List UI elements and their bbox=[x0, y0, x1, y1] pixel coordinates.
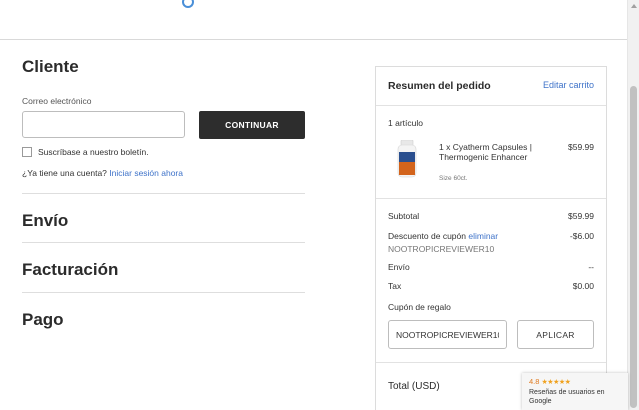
badge-rating: 4.8 ★★★★★ bbox=[529, 377, 571, 386]
apply-button[interactable]: APLICAR bbox=[517, 320, 594, 349]
product-name: 1 x Cyatherm Capsules | Thermogenic Enha… bbox=[439, 142, 532, 162]
subtotal-label: Subtotal bbox=[388, 211, 420, 221]
logo-icon bbox=[182, 0, 194, 8]
newsletter-checkbox[interactable] bbox=[22, 147, 32, 157]
account-prompt: ¿Ya tiene una cuenta? Iniciar sesión aho… bbox=[22, 168, 183, 178]
total-label: Total (USD) bbox=[388, 381, 440, 392]
item-count: 1 artículo bbox=[388, 118, 423, 128]
coupon-label: Descuento de cupón bbox=[388, 231, 466, 241]
shipping-heading[interactable]: Envío bbox=[22, 211, 68, 231]
rating-value: 4.8 bbox=[529, 377, 540, 386]
top-header bbox=[0, 0, 627, 40]
badge-text: Reseñas de usuarios en Google bbox=[529, 389, 605, 405]
section-divider bbox=[22, 242, 305, 243]
supplement-bottle-icon bbox=[397, 140, 417, 178]
tax-value: $0.00 bbox=[572, 281, 594, 291]
google-reviews-badge[interactable]: 4.8 ★★★★★ Reseñas de usuarios en Google bbox=[522, 373, 628, 410]
summary-divider bbox=[376, 362, 606, 363]
star-icon: ★★★★★ bbox=[541, 379, 571, 386]
scrollbar-thumb[interactable] bbox=[630, 86, 637, 408]
gift-coupon-label: Cupón de regalo bbox=[388, 302, 451, 312]
coupon-remove-link[interactable]: eliminar bbox=[468, 231, 498, 241]
scroll-up-icon[interactable] bbox=[631, 4, 637, 8]
payment-heading[interactable]: Pago bbox=[22, 310, 64, 330]
summary-title: Resumen del pedido bbox=[388, 80, 491, 92]
coupon-code: NOOTROPICREVIEWER10 bbox=[388, 244, 495, 254]
shipping-value: -- bbox=[588, 262, 594, 272]
billing-heading[interactable]: Facturación bbox=[22, 260, 118, 280]
login-link[interactable]: Iniciar sesión ahora bbox=[109, 168, 183, 178]
account-question: ¿Ya tiene una cuenta? bbox=[22, 168, 107, 178]
coupon-value: -$6.00 bbox=[569, 231, 594, 241]
customer-heading: Cliente bbox=[22, 57, 79, 76]
subtotal-value: $59.99 bbox=[568, 211, 594, 221]
shipping-label: Envío bbox=[388, 262, 410, 272]
edit-cart-link[interactable]: Editar carrito bbox=[543, 80, 594, 90]
email-field[interactable] bbox=[22, 111, 185, 138]
product-size: Size 60ct. bbox=[439, 175, 468, 182]
summary-divider bbox=[376, 105, 606, 106]
summary-divider bbox=[376, 198, 606, 199]
newsletter-label: Suscríbase a nuestro boletín. bbox=[38, 147, 149, 157]
coupon-row: Descuento de cupón eliminar bbox=[388, 231, 498, 241]
page-scrollbar[interactable] bbox=[627, 0, 639, 410]
product-price: $59.99 bbox=[568, 142, 594, 152]
tax-label: Tax bbox=[388, 281, 402, 291]
gift-coupon-input[interactable] bbox=[388, 320, 507, 349]
continue-button[interactable]: CONTINUAR bbox=[199, 111, 305, 139]
section-divider bbox=[22, 193, 305, 194]
email-label: Correo electrónico bbox=[22, 96, 92, 106]
section-divider bbox=[22, 292, 305, 293]
order-summary: Resumen del pedido Editar carrito 1 artí… bbox=[375, 66, 607, 410]
